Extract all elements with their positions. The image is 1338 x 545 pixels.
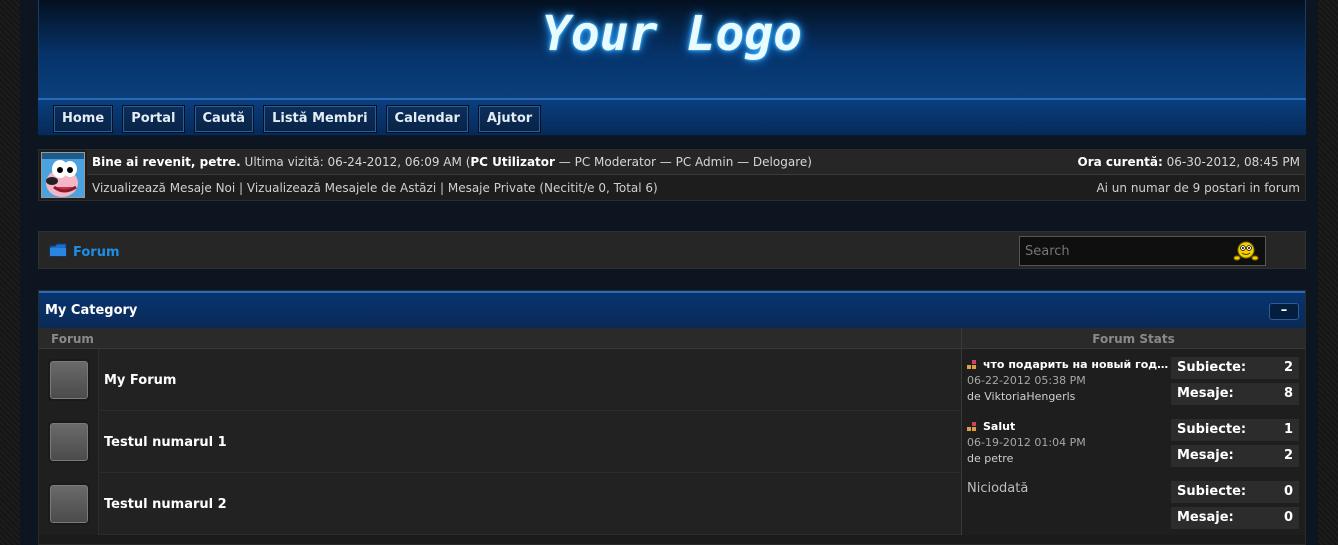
avatar[interactable]: [41, 152, 85, 198]
current-time-label: Ora curentă:: [1077, 155, 1163, 169]
posts-label: Mesaje:: [1177, 448, 1234, 463]
nav-help[interactable]: Ajutor: [477, 105, 542, 133]
user-links-row: Vizualizează Mesaje Noi | Vizualizează M…: [87, 176, 1305, 200]
search-box: [1019, 236, 1266, 266]
nav-search[interactable]: Caută: [193, 105, 255, 133]
last-post: что подарить на новый год… 06-22-2012 05…: [967, 357, 1172, 405]
last-post-date: 06-22-2012 05:38 PM: [967, 374, 1086, 387]
posts-stat: Mesaje: 2: [1171, 445, 1299, 467]
posts-label: Mesaje:: [1177, 510, 1234, 525]
last-post: Salut 06-19-2012 01:04 PM de petre: [967, 419, 1172, 467]
subjects-label: Subiecte:: [1177, 484, 1247, 499]
search-smiley-icon[interactable]: [1233, 240, 1259, 265]
folder-icon: [49, 243, 67, 261]
forum-stats: Salut 06-19-2012 01:04 PM de petre Subie…: [961, 411, 1305, 473]
category-title[interactable]: My Category: [45, 303, 137, 318]
forum-row: My Forum что подарить на новый год… 06-2…: [39, 349, 1305, 411]
breadcrumb: Forum: [38, 231, 1306, 269]
right-decor: [1318, 0, 1338, 545]
posts-count: 8: [1283, 386, 1293, 401]
last-post-title[interactable]: Salut: [983, 419, 1015, 435]
subjects-count: 0: [1283, 484, 1293, 499]
last-post-author[interactable]: de ViktoriaHengerls: [967, 389, 1172, 405]
collapse-button[interactable]: –: [1269, 303, 1299, 320]
column-headers: Forum Forum Stats: [39, 328, 1305, 349]
subjects-stat: Subiecte: 1: [1171, 419, 1299, 441]
last-post-date: 06-19-2012 01:04 PM: [967, 436, 1086, 449]
site-header: Your Logo: [38, 0, 1306, 98]
subjects-stat: Subiecte: 0: [1171, 481, 1299, 503]
last-visit-text: Ultima vizită: 06-24-2012, 06:09 AM (: [240, 155, 471, 169]
forum-row: Testul numarul 1 Salut 06-19-2012 01:04 …: [39, 411, 1305, 473]
user-info-row: Bine ai revenit, petre. Ultima vizită: 0…: [87, 150, 1305, 175]
posts-stat: Mesaje: 0: [1171, 507, 1299, 529]
last-post-icon: [967, 422, 976, 431]
forum-title[interactable]: Testul numarul 1: [104, 435, 227, 450]
quick-links[interactable]: Vizualizează Mesaje Noi | Vizualizează M…: [92, 181, 658, 195]
forum-status-icon: [48, 421, 90, 463]
user-links[interactable]: — PC Moderator — PC Admin — Delogare): [555, 155, 812, 169]
last-post-title-row[interactable]: Salut: [967, 419, 1172, 435]
forum-icon-cell: [39, 473, 99, 535]
subjects-count: 1: [1283, 422, 1293, 437]
subjects-count: 2: [1283, 360, 1293, 375]
column-forum-stats: Forum Stats: [961, 328, 1305, 349]
posts-count: 0: [1283, 510, 1293, 525]
site-logo[interactable]: Your Logo: [39, 6, 1305, 62]
current-time: Ora curentă: 06-30-2012, 08:45 PM: [1078, 155, 1300, 169]
nav-home[interactable]: Home: [53, 105, 114, 133]
page-wrapper: Your Logo Home Portal Caută Listă Membri…: [20, 0, 1318, 545]
nav-calendar[interactable]: Calendar: [385, 105, 469, 133]
welcome-text: Bine ai revenit, petre.: [92, 155, 241, 169]
last-post-title-row[interactable]: что подарить на новый год…: [967, 357, 1172, 373]
column-forum: Forum: [51, 332, 94, 346]
posts-stat: Mesaje: 8: [1171, 383, 1299, 405]
breadcrumb-label[interactable]: Forum: [73, 245, 120, 260]
forum-title[interactable]: My Forum: [104, 373, 176, 388]
forum-status-icon: [48, 483, 90, 525]
forum-stats: что подарить на новый год… 06-22-2012 05…: [961, 349, 1305, 411]
nav-member-list[interactable]: Listă Membri: [263, 105, 377, 133]
last-post-author[interactable]: de petre: [967, 451, 1172, 467]
last-post-title[interactable]: что подарить на новый год…: [983, 357, 1168, 373]
forum-icon-cell: [39, 349, 99, 411]
forum-icon-cell: [39, 411, 99, 473]
posts-count: 2: [1283, 448, 1293, 463]
forum-row: Testul numarul 2 Niciodată Subiecte: 0 M…: [39, 473, 1305, 535]
search-input[interactable]: [1020, 237, 1230, 265]
subjects-label: Subiecte:: [1177, 422, 1247, 437]
subjects-label: Subiecte:: [1177, 360, 1247, 375]
forum-title[interactable]: Testul numarul 2: [104, 497, 227, 512]
breadcrumb-forum[interactable]: Forum: [49, 243, 120, 261]
forum-category: My Category – Forum Forum Stats My Forum…: [38, 290, 1306, 545]
posts-label: Mesaje:: [1177, 386, 1234, 401]
last-post-never: Niciodată: [967, 481, 1029, 496]
forum-status-icon: [48, 359, 90, 401]
last-post-icon: [967, 360, 976, 369]
current-time-value: 06-30-2012, 08:45 PM: [1162, 155, 1300, 169]
subjects-stat: Subiecte: 2: [1171, 357, 1299, 379]
forum-stats: Niciodată Subiecte: 0 Mesaje: 0: [961, 473, 1305, 535]
category-header: My Category –: [39, 291, 1305, 328]
user-bar: Bine ai revenit, petre. Ultima vizită: 0…: [38, 149, 1306, 201]
left-decor: [0, 0, 20, 545]
user-cp-link[interactable]: PC Utilizator: [470, 155, 555, 169]
nav-portal[interactable]: Portal: [122, 105, 185, 133]
post-count-info: Ai un numar de 9 postari in forum: [1096, 181, 1300, 195]
main-navbar: Home Portal Caută Listă Membri Calendar …: [38, 98, 1306, 136]
